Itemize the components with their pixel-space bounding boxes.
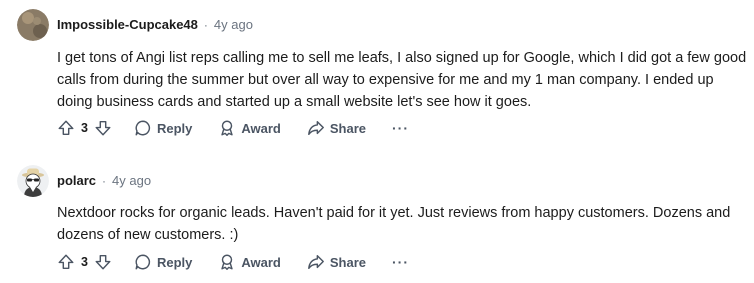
reply-label: Reply bbox=[156, 120, 193, 136]
share-label: Share bbox=[329, 120, 366, 136]
award-label: Award bbox=[241, 120, 281, 136]
arrow-down-icon bbox=[95, 254, 111, 270]
comment-meta: polarc · 4y ago bbox=[57, 173, 151, 188]
downvote-button[interactable] bbox=[94, 119, 112, 137]
vote-count: 3 bbox=[81, 121, 88, 135]
more-options-button[interactable]: ··· bbox=[392, 120, 409, 136]
comment-author[interactable]: polarc bbox=[57, 173, 96, 188]
share-icon bbox=[307, 120, 324, 136]
award-button[interactable]: Award bbox=[218, 253, 281, 271]
comment-bubble-icon bbox=[135, 254, 151, 270]
upvote-button[interactable] bbox=[57, 119, 75, 137]
award-label: Award bbox=[241, 254, 281, 270]
comment-body: I get tons of Angi list reps calling me … bbox=[57, 50, 747, 110]
share-button[interactable]: Share bbox=[307, 119, 366, 137]
reply-button[interactable]: Reply bbox=[134, 119, 192, 137]
comment-author[interactable]: Impossible-Cupcake48 bbox=[57, 17, 198, 32]
comment-meta: Impossible-Cupcake48 · 4y ago bbox=[57, 17, 253, 32]
meta-separator: · bbox=[203, 17, 208, 32]
meta-separator: · bbox=[102, 173, 107, 188]
comment-actions: 3 Reply Award Share ··· bbox=[57, 116, 409, 140]
upvote-button[interactable] bbox=[57, 253, 75, 271]
downvote-button[interactable] bbox=[94, 253, 112, 271]
vote-count: 3 bbox=[81, 255, 88, 269]
comment-actions: 3 Reply Award Share ··· bbox=[57, 250, 409, 274]
award-icon bbox=[221, 120, 234, 136]
arrow-down-icon bbox=[95, 120, 111, 136]
comment-time[interactable]: 4y ago bbox=[112, 173, 151, 188]
share-label: Share bbox=[329, 254, 366, 270]
comment-1: Impossible-Cupcake48 · 4y ago I get tons… bbox=[0, 0, 754, 150]
comment-2: polarc · 4y ago Nextdoor rocks for organ… bbox=[0, 150, 754, 283]
comment-time[interactable]: 4y ago bbox=[214, 17, 253, 32]
comment-bubble-icon bbox=[135, 120, 151, 136]
award-icon bbox=[221, 254, 234, 270]
avatar[interactable] bbox=[17, 165, 49, 197]
award-button[interactable]: Award bbox=[218, 119, 281, 137]
arrow-up-icon bbox=[58, 254, 74, 270]
avatar[interactable] bbox=[17, 9, 49, 41]
reply-button[interactable]: Reply bbox=[134, 253, 192, 271]
arrow-up-icon bbox=[58, 120, 74, 136]
share-button[interactable]: Share bbox=[307, 253, 366, 271]
comment-body: Nextdoor rocks for organic leads. Haven'… bbox=[57, 205, 731, 243]
share-icon bbox=[307, 254, 324, 270]
more-options-button[interactable]: ··· bbox=[392, 254, 409, 270]
reply-label: Reply bbox=[156, 254, 193, 270]
